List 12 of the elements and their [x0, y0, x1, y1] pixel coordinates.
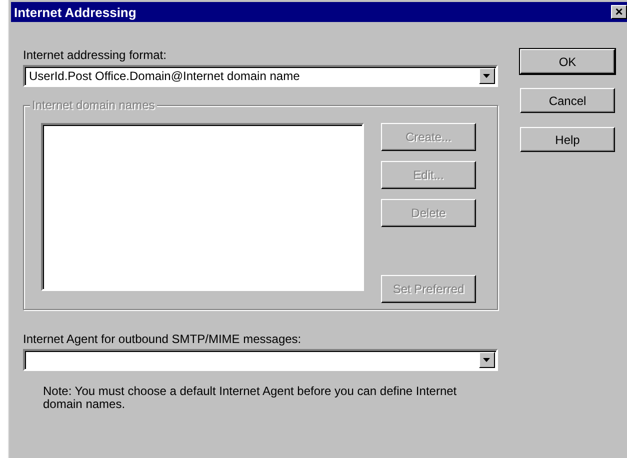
group-label: Internet domain names	[30, 98, 157, 112]
note-text: Note: You must choose a default Internet Agent before you can define Internet domain names.	[43, 385, 458, 411]
help-button[interactable]: Help	[520, 127, 615, 152]
window-title: Internet Addressing	[14, 4, 136, 20]
domain-names-list[interactable]	[41, 123, 364, 291]
format-dropdown[interactable]: UserId.Post Office.Domain@Internet domain name	[23, 65, 498, 87]
agent-dropdown[interactable]	[23, 349, 498, 371]
close-button[interactable]: ×	[611, 5, 627, 19]
agent-label: Internet Agent for outbound SMTP/MIME messages:	[23, 332, 302, 346]
format-label: Internet addressing format:	[23, 48, 168, 62]
ok-button[interactable]: OK	[520, 49, 615, 74]
cancel-button[interactable]: Cancel	[520, 88, 615, 113]
